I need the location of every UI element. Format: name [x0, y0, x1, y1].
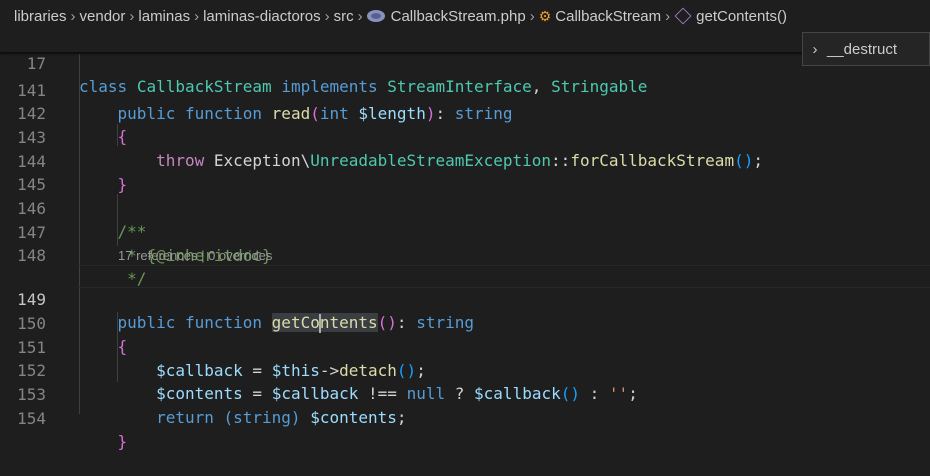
code-line-147[interactable]: 147 * {@inheritdoc}: [0, 198, 930, 265]
symbol-dropdown[interactable]: › __destruct: [802, 32, 930, 66]
code-text: }: [117, 432, 128, 451]
code-editor[interactable]: 17 class CallbackStream implements Strea…: [0, 29, 930, 451]
code-line-143[interactable]: 143 throw Exception\UnreadableStreamExce…: [0, 103, 930, 170]
chevron-right-icon: ›: [194, 7, 200, 25]
line-number: 154: [17, 409, 46, 428]
code-text: return (string) $contents;: [156, 408, 407, 427]
breadcrumb-item-laminas-diactoros[interactable]: laminas-diactoros: [203, 8, 321, 25]
breadcrumb-item-libraries[interactable]: libraries: [14, 8, 67, 25]
code-line-152[interactable]: 152 $contents = $callback !== null ? $ca…: [0, 336, 930, 403]
breadcrumb-file-label: CallbackStream.php: [390, 7, 526, 25]
breadcrumb-item-method[interactable]: getContents(): [674, 8, 787, 25]
code-line-142[interactable]: 142 {: [0, 79, 930, 146]
breadcrumb-item-class[interactable]: ⚙ CallbackStream: [539, 8, 661, 25]
breadcrumb-method-label: getContents(): [696, 7, 788, 25]
codelens-references[interactable]: 17 references | 0 overrides: [118, 246, 272, 266]
breadcrumb-item-vendor[interactable]: vendor: [80, 8, 126, 25]
chevron-right-icon: ›: [357, 7, 363, 25]
breadcrumb-item-file[interactable]: CallbackStream.php: [366, 7, 526, 25]
breadcrumb-item-laminas[interactable]: laminas: [138, 8, 190, 25]
php-file-icon: [366, 10, 385, 22]
code-line-144[interactable]: 144 }: [0, 127, 930, 194]
code-line-154[interactable]: 154 }: [0, 384, 930, 451]
chevron-right-icon: ›: [70, 7, 76, 25]
code-line-153[interactable]: 153 return (string) $contents;: [0, 360, 930, 427]
chevron-right-icon[interactable]: ›: [803, 41, 827, 58]
breadcrumb-item-src[interactable]: src: [334, 8, 354, 25]
line-number: 148: [17, 246, 46, 265]
class-icon: ⚙: [538, 7, 552, 24]
code-line-150[interactable]: 150 {: [0, 289, 930, 356]
breadcrumb: libraries › vendor › laminas › laminas-d…: [0, 0, 930, 32]
code-line-148[interactable]: 148 */: [0, 221, 930, 288]
chevron-right-icon: ›: [529, 7, 535, 25]
code-line-141[interactable]: 141 public function read(int $length): s…: [0, 56, 930, 123]
symbol-item-destruct[interactable]: __destruct: [827, 41, 897, 58]
chevron-right-icon: ›: [665, 7, 671, 25]
code-line-17[interactable]: 17 class CallbackStream implements Strea…: [0, 29, 930, 96]
chevron-right-icon: ›: [324, 7, 330, 25]
method-icon: [674, 7, 692, 25]
code-line-146[interactable]: 146 /**: [0, 174, 930, 241]
chevron-right-icon: ›: [129, 7, 135, 25]
code-line-145[interactable]: 145: [0, 150, 930, 194]
code-line-151[interactable]: 151 $callback = $this->detach();: [0, 313, 930, 380]
code-line-149[interactable]: 149 public function getContents(): strin…: [0, 265, 930, 333]
breadcrumb-class-label: CallbackStream: [555, 7, 662, 25]
